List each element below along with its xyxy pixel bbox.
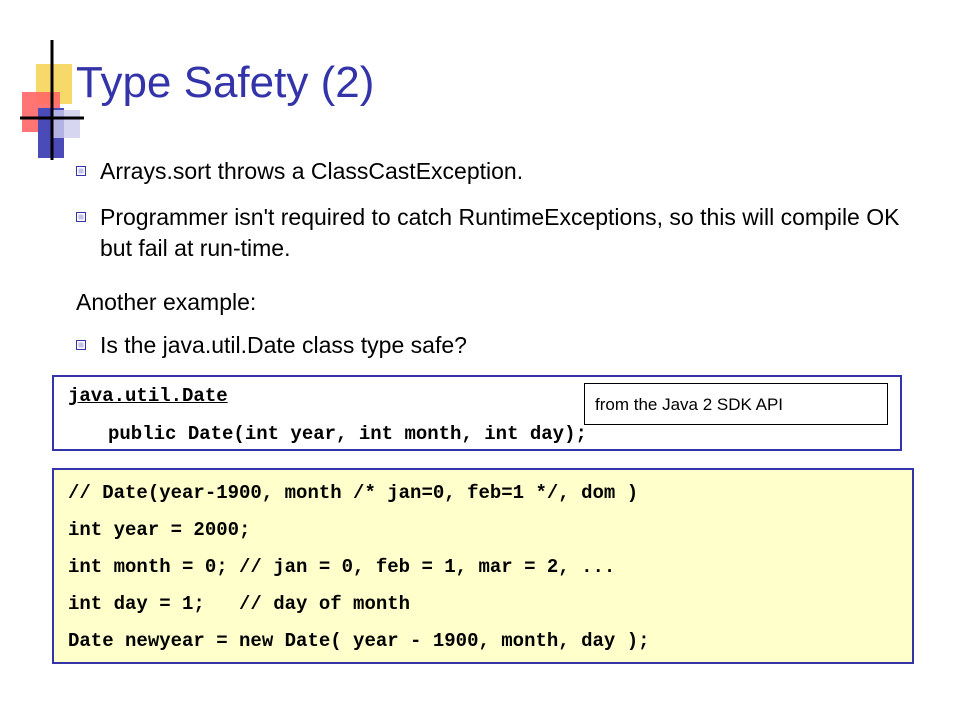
example-code-box: // Date(year-1900, month /* jan=0, feb=1… [52, 468, 914, 664]
code-line: // Date(year-1900, month /* jan=0, feb=1… [68, 482, 639, 504]
code-line: int year = 2000; [68, 519, 251, 541]
bullet-item: Arrays.sort throws a ClassCastException. [76, 156, 523, 187]
code-line: int day = 1; // day of month [68, 593, 411, 615]
plain-item: Another example: [76, 287, 256, 318]
code-line: int month = 0; // jan = 0, feb = 1, mar … [68, 556, 616, 578]
api-class-name: java.util.Date [68, 385, 228, 407]
code-line: Date newyear = new Date( year - 1900, mo… [68, 630, 650, 652]
bullet-text: Programmer isn't required to catch Runti… [100, 204, 900, 261]
source-note: from the Java 2 SDK API [584, 383, 888, 425]
bullet-item: Is the java.util.Date class type safe? [76, 330, 467, 361]
square-bullet-icon [76, 212, 86, 222]
square-bullet-icon [76, 166, 86, 176]
bullet-text: Arrays.sort throws a ClassCastException. [100, 158, 524, 184]
plain-text: Another example: [76, 289, 257, 315]
square-bullet-icon [76, 340, 86, 350]
api-signature: public Date(int year, int month, int day… [108, 423, 587, 445]
bullet-text: Is the java.util.Date class type safe? [100, 332, 467, 358]
slide-title: Type Safety (2) [76, 58, 375, 107]
bullet-item: Programmer isn't required to catch Runti… [76, 202, 920, 264]
